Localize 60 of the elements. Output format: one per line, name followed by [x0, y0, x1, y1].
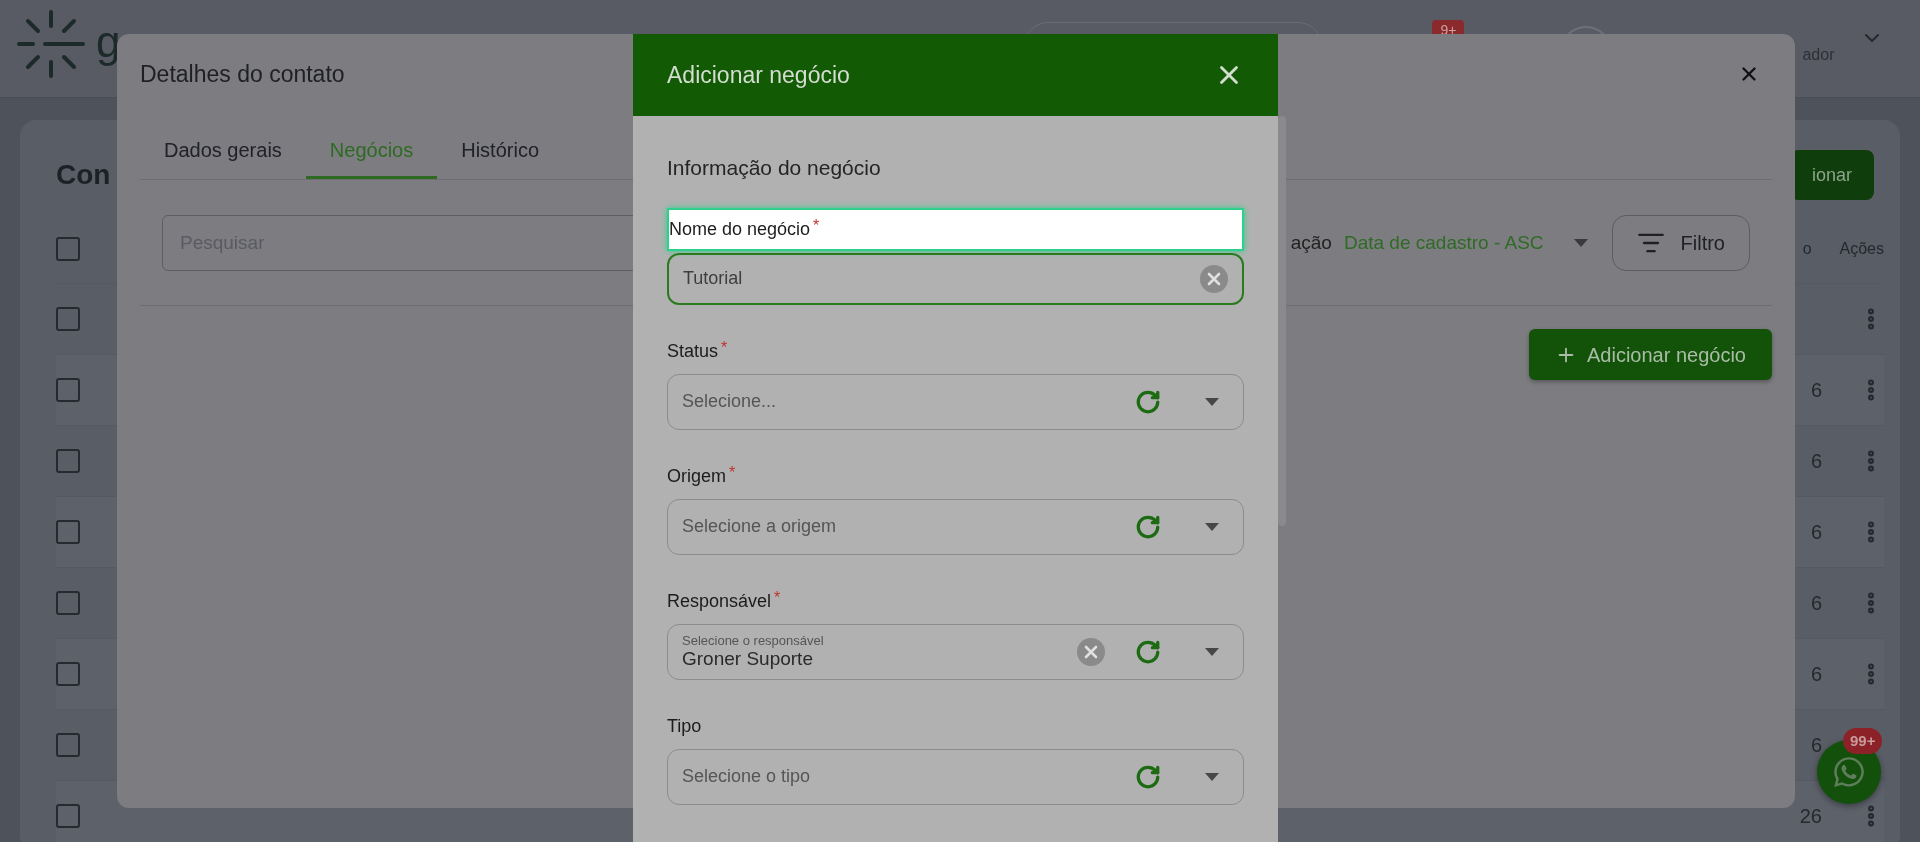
refresh-icon[interactable]: [1135, 638, 1161, 665]
table-cell-text: 26: [1799, 804, 1822, 829]
refresh-icon[interactable]: [1135, 388, 1161, 415]
tab[interactable]: Dados gerais: [140, 123, 306, 179]
caret-icon: [1205, 522, 1219, 531]
select-placeholder: Selecione o tipo: [682, 765, 812, 788]
drawer-title: Adicionar negócio: [667, 60, 850, 90]
field-label: Nome do negócio: [669, 217, 811, 240]
modal-title: Detalhes do contato: [140, 59, 345, 89]
caret-icon: [1205, 397, 1219, 406]
checkbox[interactable]: [56, 662, 80, 686]
table-cell-text: 6: [1810, 378, 1822, 403]
add-deal-button[interactable]: Adicionar negócio: [1529, 329, 1772, 380]
clear-icon[interactable]: [1077, 637, 1105, 666]
required-asterisk: *: [813, 217, 820, 234]
select-placeholder: Selecione...: [682, 390, 778, 413]
checkbox[interactable]: [56, 236, 80, 261]
checkbox[interactable]: [56, 449, 80, 473]
floating-label: Selecione o responsável: [682, 633, 825, 648]
required-asterisk: *: [729, 464, 736, 481]
checkbox[interactable]: [56, 733, 80, 757]
checkbox[interactable]: [56, 307, 80, 331]
column-header: Ações: [1839, 238, 1884, 259]
required-asterisk: *: [774, 589, 781, 606]
table-cell-text: 6: [1810, 449, 1822, 474]
field-label: Tipo: [667, 714, 702, 737]
table-cell-text: 6: [1810, 662, 1822, 687]
clear-icon[interactable]: [1200, 264, 1228, 293]
table-cell-text: 6: [1810, 733, 1822, 758]
select-field[interactable]: Selecione o responsável Groner Suporte: [667, 623, 1244, 680]
page-title: Con: [56, 158, 111, 192]
checkbox[interactable]: [56, 378, 80, 402]
field-label: Status: [667, 339, 719, 362]
section-title: Informação do negócio: [667, 155, 882, 181]
select-value: Groner Suporte: [682, 648, 814, 670]
field-label: Responsável: [667, 589, 772, 612]
checkbox[interactable]: [56, 520, 80, 544]
caret-icon: [1573, 239, 1588, 247]
table-cell-text: 6: [1810, 591, 1822, 616]
whatsapp-icon: [1832, 755, 1866, 789]
input-value: Tutorial: [683, 267, 744, 290]
required-asterisk: *: [721, 339, 728, 356]
select-field[interactable]: Selecione a origem: [667, 498, 1244, 555]
tab[interactable]: Histórico: [437, 123, 564, 179]
filter-button[interactable]: Filtro: [1611, 215, 1750, 271]
refresh-icon[interactable]: [1135, 513, 1161, 540]
select-field[interactable]: Selecione o tipo: [667, 748, 1244, 805]
field-label: Origem: [667, 464, 726, 487]
caret-icon: [1205, 647, 1219, 656]
sort-label: ação: [1290, 230, 1332, 255]
refresh-icon[interactable]: [1135, 763, 1161, 790]
checkbox[interactable]: [56, 804, 80, 828]
select-field[interactable]: Selecione...: [667, 373, 1244, 430]
table-cell-text: 6: [1810, 520, 1822, 545]
checkbox[interactable]: [56, 591, 80, 615]
select-placeholder: Selecione a origem: [682, 515, 838, 538]
text-input[interactable]: Tutorial: [667, 252, 1244, 305]
logo-icon: [16, 8, 86, 79]
column-header: o: [1802, 238, 1812, 259]
logo-text: g: [96, 15, 121, 68]
